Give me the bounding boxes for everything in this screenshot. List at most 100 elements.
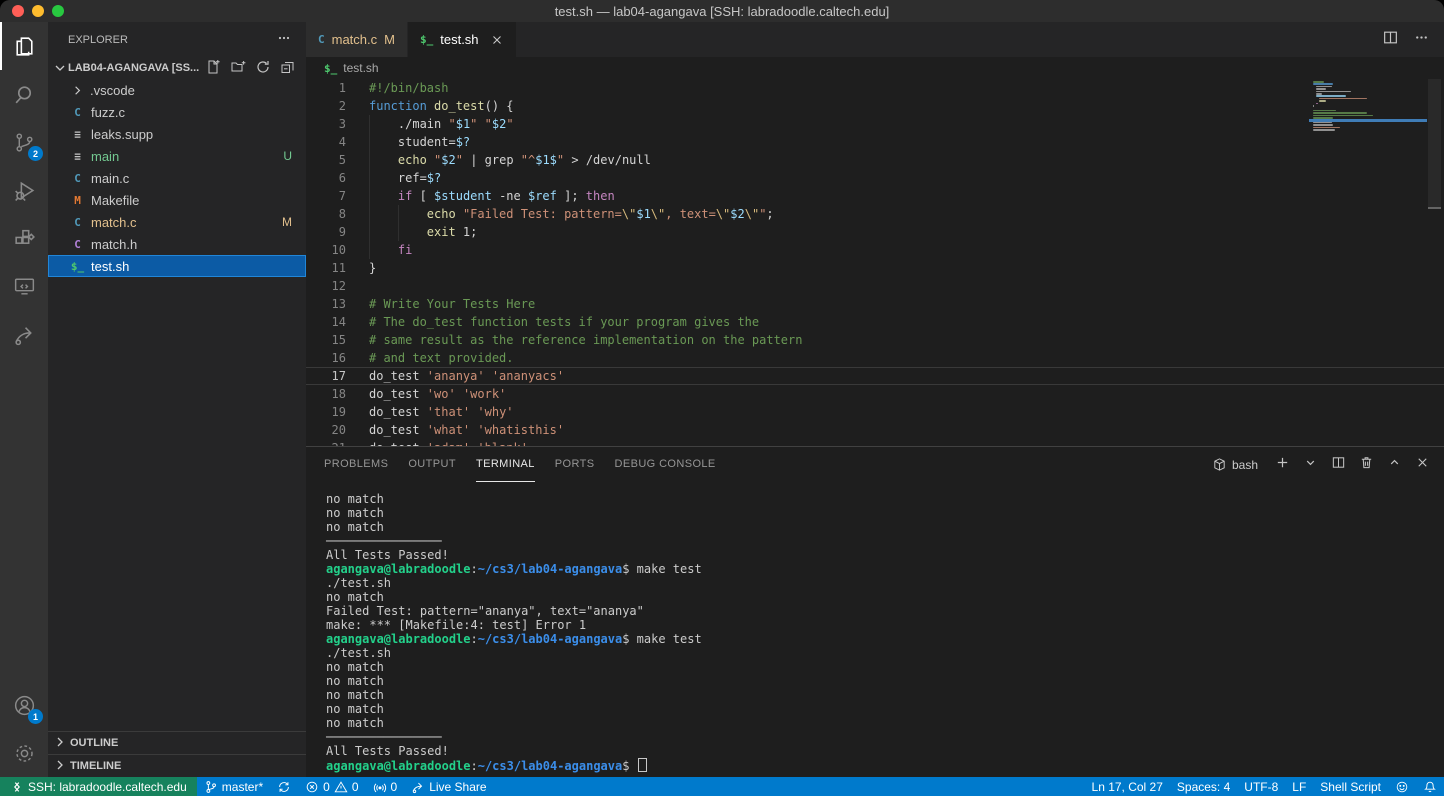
activity-bar-bottom: 1 <box>0 681 48 777</box>
code-line-18[interactable]: 18do_test 'wo' 'work' <box>306 385 1444 403</box>
line-number: 9 <box>306 223 346 241</box>
file-item-main[interactable]: ≡mainU <box>48 145 306 167</box>
file-item-fuzz.c[interactable]: Cfuzz.c <box>48 101 306 123</box>
code-line-14[interactable]: 14# The do_test function tests if your p… <box>306 313 1444 331</box>
activity-bar-item-explorer[interactable] <box>0 22 48 70</box>
zoom-window-button[interactable] <box>52 5 64 17</box>
activity-bar-item-accounts[interactable]: 1 <box>0 681 48 729</box>
terminal-line: no match <box>326 506 1444 520</box>
tab-match.c[interactable]: Cmatch.cM <box>306 22 408 57</box>
scrollbar-slider[interactable] <box>1428 79 1441 209</box>
code-line-6[interactable]: 6 ref=$? <box>306 169 1444 187</box>
activity-bar-item-source-control[interactable]: 2 <box>0 118 48 166</box>
code-line-11[interactable]: 11} <box>306 259 1444 277</box>
terminal-content[interactable]: no matchno matchno match────────────────… <box>306 482 1444 777</box>
code-line-20[interactable]: 20do_test 'what' 'whatisthis' <box>306 421 1444 439</box>
status-branch[interactable]: master* <box>197 777 270 796</box>
file-item-match.h[interactable]: Cmatch.h <box>48 233 306 255</box>
activity-bar-item-extensions[interactable] <box>0 214 48 262</box>
split-terminal-button[interactable] <box>1331 455 1346 475</box>
activity-bar-item-live-share[interactable] <box>0 310 48 358</box>
code-text: ./main "$1" "$2" <box>369 115 514 133</box>
panel-tab-problems[interactable]: PROBLEMS <box>324 447 388 482</box>
editor-scrollbar[interactable] <box>1425 79 1444 446</box>
close-tab-icon[interactable] <box>490 33 504 47</box>
code-line-3[interactable]: 3 ./main "$1" "$2" <box>306 115 1444 133</box>
code-line-4[interactable]: 4 student=$? <box>306 133 1444 151</box>
terminal-shell-selector[interactable]: bash <box>1212 457 1258 472</box>
status-notifications-button[interactable] <box>1416 777 1444 796</box>
line-number: 7 <box>306 187 346 205</box>
minimap-line <box>1316 91 1351 93</box>
panel-tab-output[interactable]: OUTPUT <box>408 447 456 482</box>
refresh-button[interactable] <box>255 59 271 78</box>
file-item-main.c[interactable]: Cmain.c <box>48 167 306 189</box>
minimap[interactable] <box>1313 81 1425 446</box>
status-encoding[interactable]: UTF-8 <box>1237 777 1285 796</box>
maximize-panel-button[interactable] <box>1387 455 1402 475</box>
code-line-12[interactable]: 12 <box>306 277 1444 295</box>
new-terminal-button[interactable] <box>1275 455 1290 475</box>
activity-bar-item-run-and-debug[interactable] <box>0 166 48 214</box>
status-feedback-button[interactable] <box>1388 777 1416 796</box>
terminal-line: ──────────────── <box>326 730 1444 744</box>
workspace-root-row[interactable]: LAB04-AGANGAVA [SS... <box>48 57 306 79</box>
breadcrumb[interactable]: $_ test.sh <box>306 57 1444 79</box>
panel-tab-debug-console[interactable]: DEBUG CONSOLE <box>615 447 716 482</box>
more-actions-button[interactable] <box>1413 29 1430 51</box>
code-line-10[interactable]: 10 fi <box>306 241 1444 259</box>
code-line-15[interactable]: 15# same result as the reference impleme… <box>306 331 1444 349</box>
code-line-8[interactable]: 8 echo "Failed Test: pattern=\"$1\", tex… <box>306 205 1444 223</box>
kill-terminal-button[interactable] <box>1359 455 1374 475</box>
remote-explorer-icon <box>12 274 37 299</box>
code-line-5[interactable]: 5 echo "$2" | grep "^$1$" > /dev/null <box>306 151 1444 169</box>
file-item-test.sh[interactable]: $_test.sh <box>48 255 306 277</box>
tab-test.sh[interactable]: $_test.sh <box>408 22 517 57</box>
split-editor-button[interactable] <box>1382 29 1399 51</box>
activity-bar-item-settings[interactable] <box>0 729 48 777</box>
indent-guide <box>369 187 370 205</box>
file-item-leaks.supp[interactable]: ≡leaks.supp <box>48 123 306 145</box>
code-editor[interactable]: 1#!/bin/bash2function do_test() {3 ./mai… <box>306 79 1444 446</box>
terminal-dropdown-button[interactable] <box>1303 455 1318 475</box>
status-remote[interactable]: SSH: labradoodle.caltech.edu <box>0 777 197 796</box>
code-line-17[interactable]: 17do_test 'ananya' 'ananyacs' <box>306 367 1444 385</box>
code-line-16[interactable]: 16# and text provided. <box>306 349 1444 367</box>
panel-tab-ports[interactable]: PORTS <box>555 447 595 482</box>
code-line-9[interactable]: 9 exit 1; <box>306 223 1444 241</box>
warning-count: 0 <box>352 780 359 794</box>
code-line-21[interactable]: 21do_test 'adam' 'blank' <box>306 439 1444 446</box>
file-item-.vscode[interactable]: .vscode <box>48 79 306 101</box>
collapse-all-button[interactable] <box>280 59 296 78</box>
terminal-line: no match <box>326 492 1444 506</box>
code-line-1[interactable]: 1#!/bin/bash <box>306 79 1444 97</box>
section-timeline[interactable]: TIMELINE <box>48 754 306 777</box>
new-folder-button[interactable] <box>230 59 246 78</box>
explorer-more-actions-button[interactable] <box>276 30 292 49</box>
file-item-match.c[interactable]: Cmatch.cM <box>48 211 306 233</box>
code-line-19[interactable]: 19do_test 'that' 'why' <box>306 403 1444 421</box>
file-item-Makefile[interactable]: MMakefile <box>48 189 306 211</box>
close-panel-button[interactable] <box>1415 455 1430 475</box>
status-problems[interactable]: 0 0 <box>298 777 365 796</box>
settings-icon <box>12 741 37 766</box>
activity-bar-item-search[interactable] <box>0 70 48 118</box>
new-file-button[interactable] <box>205 59 221 78</box>
chevron-right-icon <box>52 734 70 753</box>
status-ports[interactable]: 0 <box>366 777 405 796</box>
status-eol[interactable]: LF <box>1285 777 1313 796</box>
status-live-share[interactable]: Live Share <box>404 777 493 796</box>
minimize-window-button[interactable] <box>32 5 44 17</box>
code-line-2[interactable]: 2function do_test() { <box>306 97 1444 115</box>
status-sync-button[interactable] <box>270 777 298 796</box>
status-indentation[interactable]: Spaces: 4 <box>1170 777 1237 796</box>
status-cursor-position[interactable]: Ln 17, Col 27 <box>1085 777 1170 796</box>
status-language-mode[interactable]: Shell Script <box>1313 777 1388 796</box>
section-outline[interactable]: OUTLINE <box>48 731 306 754</box>
close-window-button[interactable] <box>12 5 24 17</box>
sync-icon <box>277 780 291 794</box>
code-line-7[interactable]: 7 if [ $student -ne $ref ]; then <box>306 187 1444 205</box>
panel-tab-terminal[interactable]: TERMINAL <box>476 447 535 482</box>
code-line-13[interactable]: 13# Write Your Tests Here <box>306 295 1444 313</box>
activity-bar-item-remote-explorer[interactable] <box>0 262 48 310</box>
